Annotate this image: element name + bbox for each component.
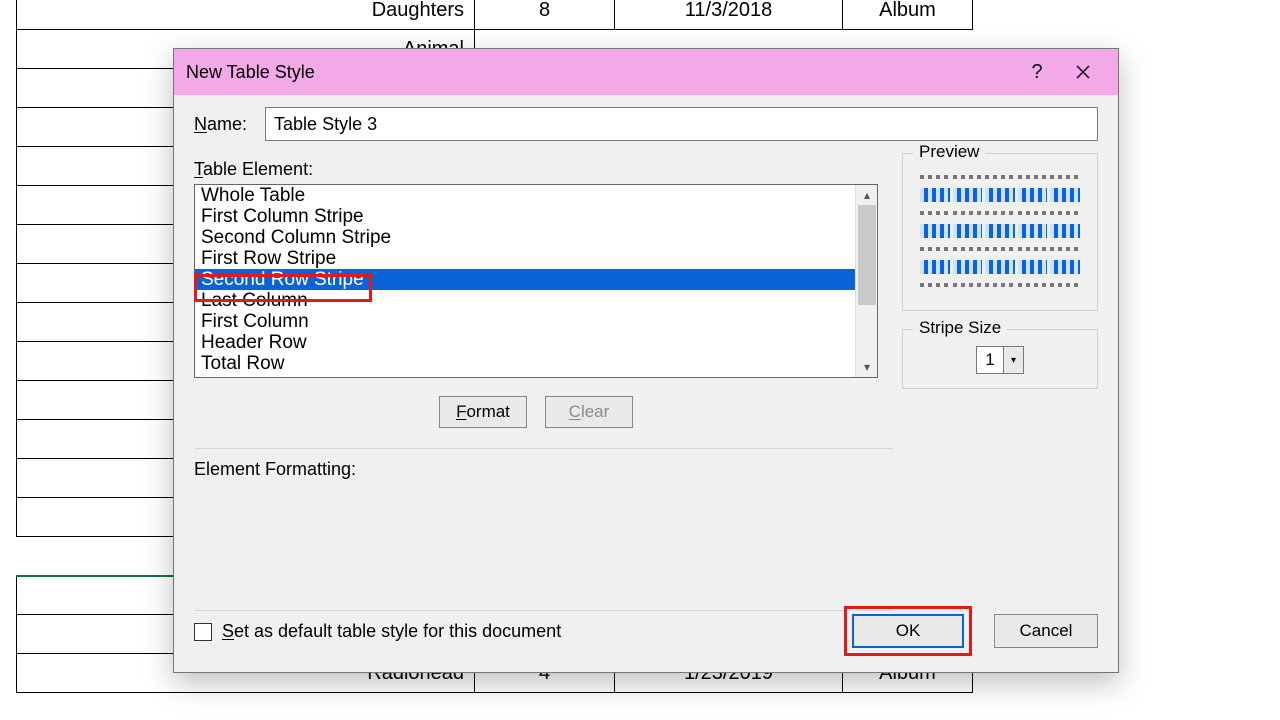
list-item[interactable]: Last Column (195, 290, 855, 311)
preview-miniature (920, 170, 1080, 296)
element-formatting-label: Element Formatting: (194, 459, 894, 480)
list-item[interactable]: First Column (195, 311, 855, 332)
stripe-size-title: Stripe Size (913, 318, 1007, 338)
stripe-size-spinner[interactable]: ▾ (976, 346, 1024, 374)
stripe-size-input[interactable] (976, 346, 1004, 374)
list-item[interactable]: First Column Stripe (195, 206, 855, 227)
list-item[interactable]: Total Row (195, 353, 855, 374)
list-item[interactable]: Second Column Stripe (195, 227, 855, 248)
cancel-button[interactable]: Cancel (994, 614, 1098, 648)
list-item[interactable]: First Row Stripe (195, 248, 855, 269)
scroll-up-icon[interactable]: ▴ (856, 185, 878, 205)
default-style-checkbox[interactable] (194, 623, 212, 641)
table-row: Daughters811/3/2018Album (0, 0, 1280, 30)
close-button[interactable] (1060, 49, 1106, 95)
table-element-listbox[interactable]: Whole TableFirst Column StripeSecond Col… (194, 184, 878, 378)
dialog-title: New Table Style (186, 62, 315, 83)
close-icon (1075, 64, 1091, 80)
separator (194, 610, 894, 611)
chevron-down-icon[interactable]: ▾ (1004, 346, 1024, 374)
listbox-scrollbar[interactable]: ▴ ▾ (855, 185, 877, 377)
help-button[interactable]: ? (1014, 49, 1060, 95)
scroll-down-icon[interactable]: ▾ (856, 357, 878, 377)
name-label: Name: (194, 114, 247, 135)
element-formatting-area (194, 480, 894, 590)
ok-highlight: OK (844, 606, 972, 656)
format-button[interactable]: Format (439, 396, 527, 428)
dialog-titlebar: New Table Style ? (174, 49, 1118, 95)
stripe-size-group: Stripe Size ▾ (902, 329, 1098, 389)
preview-title: Preview (913, 142, 985, 162)
style-name-input[interactable] (265, 107, 1098, 141)
clear-button[interactable]: Clear (545, 396, 633, 428)
table-element-label: Table Element: (194, 159, 894, 180)
ok-button[interactable]: OK (852, 614, 964, 648)
list-item[interactable]: Whole Table (195, 185, 855, 206)
new-table-style-dialog: New Table Style ? Name: Table Element: W… (173, 48, 1119, 673)
list-item[interactable]: Second Row Stripe (195, 269, 855, 290)
default-style-label: Set as default table style for this docu… (222, 621, 561, 642)
list-item[interactable]: Header Row (195, 332, 855, 353)
separator (194, 448, 894, 449)
preview-group: Preview (902, 153, 1098, 311)
scroll-thumb[interactable] (858, 205, 876, 305)
